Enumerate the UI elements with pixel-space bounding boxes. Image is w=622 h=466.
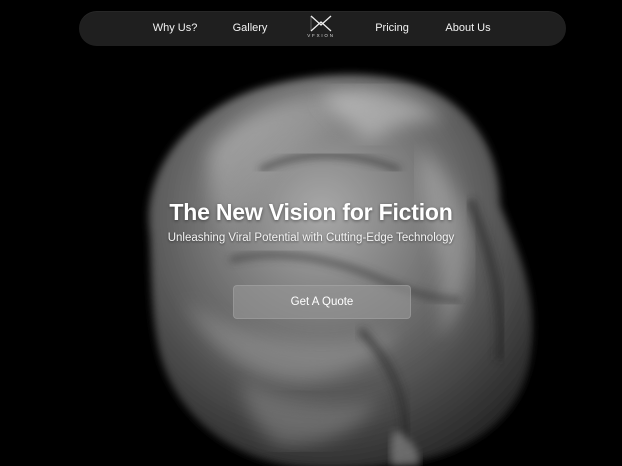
get-a-quote-button[interactable]: Get A Quote [233, 285, 411, 319]
top-navbar: Why Us? Gallery VFXION Pricing About Us [79, 11, 566, 46]
nav-link-why-us[interactable]: Why Us? [153, 11, 198, 46]
nav-link-pricing[interactable]: Pricing [375, 11, 409, 46]
logo-mark-icon [310, 15, 332, 32]
nav-link-gallery[interactable]: Gallery [233, 11, 268, 46]
nav-link-about-us[interactable]: About Us [445, 11, 490, 46]
vfxion-logo[interactable]: VFXION [299, 15, 343, 43]
hero-title: The New Vision for Fiction [169, 199, 453, 226]
hero-subtitle: Unleashing Viral Potential with Cutting-… [167, 232, 455, 244]
logo-text: VFXION [307, 33, 335, 38]
